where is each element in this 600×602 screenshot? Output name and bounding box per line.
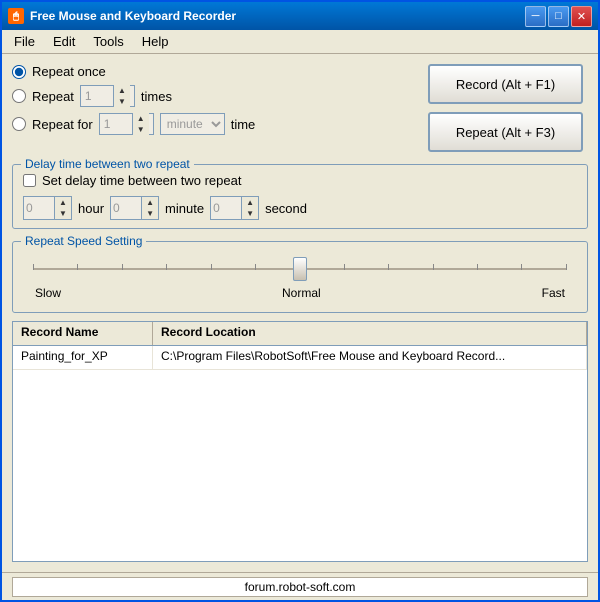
second-up[interactable]: ▲ <box>242 197 258 208</box>
delay-group: Delay time between two repeat Set delay … <box>12 164 588 229</box>
repeat-for-arrows: ▲ ▼ <box>132 113 149 135</box>
minute-down[interactable]: ▼ <box>142 208 158 219</box>
repeat-for-up[interactable]: ▲ <box>133 113 149 124</box>
status-bar: forum.robot-soft.com <box>2 572 598 600</box>
minute-input[interactable] <box>111 201 141 215</box>
delay-inputs: ▲ ▼ hour ▲ ▼ minute <box>23 196 577 220</box>
app-icon: 🖱 <box>8 8 24 24</box>
slider-line <box>33 268 567 270</box>
times-label: times <box>141 89 172 104</box>
hour-label: hour <box>78 201 104 216</box>
tick <box>344 264 345 270</box>
main-content: Repeat once Repeat ▲ ▼ times <box>2 54 598 572</box>
repeat-for-spinbox[interactable]: ▲ ▼ <box>99 113 154 135</box>
hour-input[interactable] <box>24 201 54 215</box>
menu-file[interactable]: File <box>6 32 43 51</box>
minute-arrows: ▲ ▼ <box>141 197 158 219</box>
repeat-once-radio[interactable] <box>12 65 26 79</box>
repeat-times-row: Repeat ▲ ▼ times <box>12 85 418 107</box>
speed-group-label: Repeat Speed Setting <box>21 234 146 248</box>
minimize-button[interactable]: ─ <box>525 6 546 27</box>
repeat-for-input[interactable] <box>102 117 132 131</box>
menu-edit[interactable]: Edit <box>45 32 83 51</box>
hour-down[interactable]: ▼ <box>55 208 71 219</box>
minute-label: minute <box>165 201 204 216</box>
tick <box>477 264 478 270</box>
slider-labels: Slow Normal Fast <box>33 286 567 300</box>
table-header: Record Name Record Location <box>13 322 587 346</box>
second-label: second <box>265 201 307 216</box>
status-url: forum.robot-soft.com <box>12 577 588 597</box>
slider-container: Slow Normal Fast <box>23 250 577 304</box>
repeat-times-input[interactable] <box>83 89 113 103</box>
repeat-button[interactable]: Repeat (Alt + F3) <box>428 112 583 152</box>
delay-checkbox-row: Set delay time between two repeat <box>23 173 577 188</box>
repeat-times-radio[interactable] <box>12 89 26 103</box>
repeat-for-radio[interactable] <box>12 117 26 131</box>
repeat-times-arrows: ▲ ▼ <box>113 85 130 107</box>
menu-bar: File Edit Tools Help <box>2 30 598 54</box>
repeat-times-down[interactable]: ▼ <box>114 96 130 107</box>
repeat-once-label: Repeat once <box>32 64 106 79</box>
delay-group-label: Delay time between two repeat <box>21 157 194 171</box>
right-controls: Record (Alt + F1) Repeat (Alt + F3) <box>428 64 588 152</box>
speed-slider-thumb[interactable] <box>293 257 307 281</box>
tick <box>166 264 167 270</box>
tick <box>77 264 78 270</box>
tick <box>433 264 434 270</box>
repeat-times-spinbox[interactable]: ▲ ▼ <box>80 85 135 107</box>
second-arrows: ▲ ▼ <box>241 197 258 219</box>
slider-track <box>33 254 567 284</box>
menu-tools[interactable]: Tools <box>85 32 131 51</box>
col-location-header: Record Location <box>153 322 587 345</box>
tick <box>566 264 567 270</box>
top-section: Repeat once Repeat ▲ ▼ times <box>12 64 588 152</box>
minute-up[interactable]: ▲ <box>142 197 158 208</box>
tick <box>122 264 123 270</box>
repeat-times-up[interactable]: ▲ <box>114 85 130 96</box>
records-table: Record Name Record Location Painting_for… <box>12 321 588 562</box>
close-button[interactable]: ✕ <box>571 6 592 27</box>
table-row[interactable]: Painting_for_XP C:\Program Files\RobotSo… <box>13 346 587 370</box>
repeat-once-row: Repeat once <box>12 64 418 79</box>
tick <box>521 264 522 270</box>
hour-spinbox[interactable]: ▲ ▼ <box>23 196 72 220</box>
speed-group: Repeat Speed Setting <box>12 241 588 313</box>
tick <box>388 264 389 270</box>
hour-up[interactable]: ▲ <box>55 197 71 208</box>
main-window: 🖱 Free Mouse and Keyboard Recorder ─ □ ✕… <box>0 0 600 602</box>
window-controls: ─ □ ✕ <box>525 6 592 27</box>
repeat-for-row: Repeat for ▲ ▼ minute hour second time <box>12 113 418 135</box>
minute-spinbox[interactable]: ▲ ▼ <box>110 196 159 220</box>
repeat-for-down[interactable]: ▼ <box>133 124 149 135</box>
title-text: Free Mouse and Keyboard Recorder <box>30 9 519 23</box>
delay-checkbox[interactable] <box>23 174 36 187</box>
second-input[interactable] <box>211 201 241 215</box>
slow-label: Slow <box>35 286 61 300</box>
tick <box>255 264 256 270</box>
col-name-header: Record Name <box>13 322 153 345</box>
delay-section: Set delay time between two repeat ▲ ▼ ho… <box>23 173 577 220</box>
delay-checkbox-label: Set delay time between two repeat <box>42 173 241 188</box>
left-controls: Repeat once Repeat ▲ ▼ times <box>12 64 418 152</box>
normal-label: Normal <box>282 286 321 300</box>
second-spinbox[interactable]: ▲ ▼ <box>210 196 259 220</box>
time-unit-select[interactable]: minute hour second <box>160 113 225 135</box>
fast-label: Fast <box>542 286 565 300</box>
repeat-label: Repeat <box>32 89 74 104</box>
second-down[interactable]: ▼ <box>242 208 258 219</box>
row-location-cell: C:\Program Files\RobotSoft\Free Mouse an… <box>153 346 587 369</box>
row-name-cell: Painting_for_XP <box>13 346 153 369</box>
hour-arrows: ▲ ▼ <box>54 197 71 219</box>
tick <box>33 264 34 270</box>
repeat-for-label: Repeat for <box>32 117 93 132</box>
tick <box>211 264 212 270</box>
maximize-button[interactable]: □ <box>548 6 569 27</box>
title-bar: 🖱 Free Mouse and Keyboard Recorder ─ □ ✕ <box>2 2 598 30</box>
record-button[interactable]: Record (Alt + F1) <box>428 64 583 104</box>
menu-help[interactable]: Help <box>134 32 177 51</box>
time-label: time <box>231 117 256 132</box>
